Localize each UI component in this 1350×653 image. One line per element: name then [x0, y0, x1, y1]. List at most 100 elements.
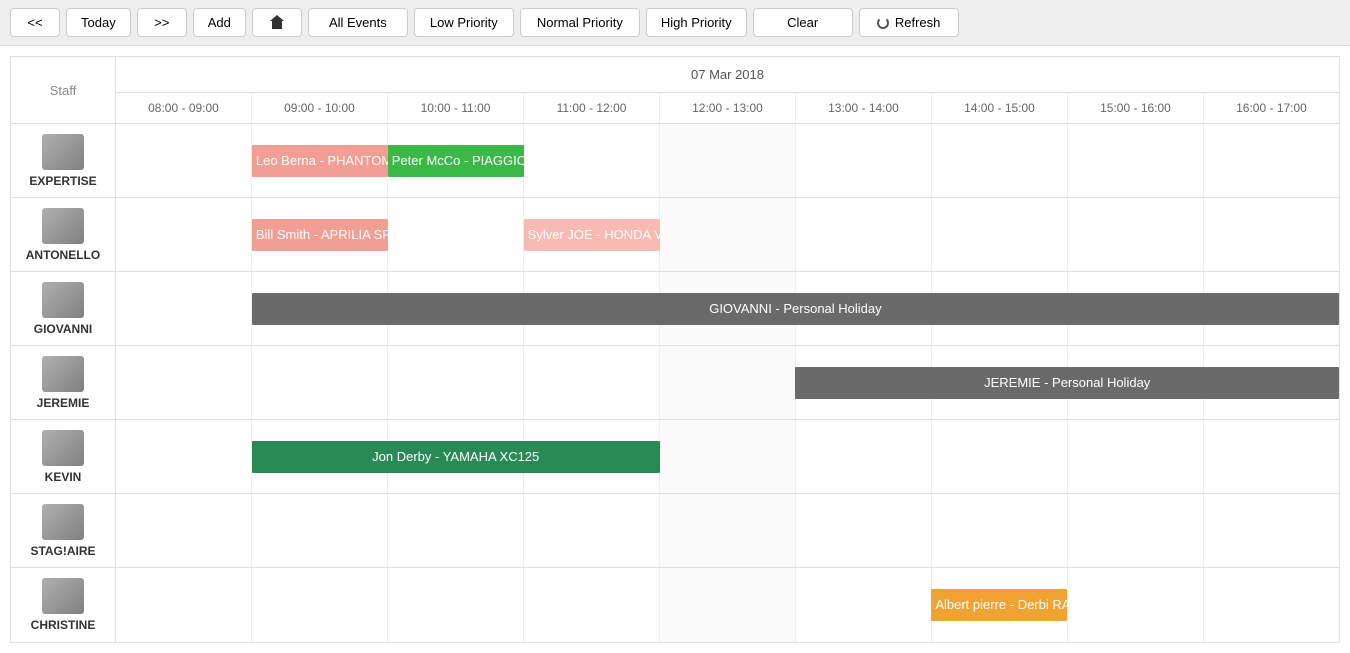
staff-avatar: [42, 134, 84, 170]
date-area: 07 Mar 2018 08:00 - 09:0009:00 - 10:0010…: [116, 57, 1339, 123]
staff-row: EXPERTISELeo Berna - PHANTOMPeter McCo -…: [11, 124, 1339, 198]
scheduler-event[interactable]: Peter McCo - PIAGGIO: [388, 145, 524, 177]
time-slot-header: 15:00 - 16:00: [1068, 93, 1204, 123]
events-area[interactable]: GIOVANNI - Personal Holiday: [116, 272, 1339, 345]
staff-name-label: GIOVANNI: [34, 322, 92, 336]
time-slot-header: 09:00 - 10:00: [252, 93, 388, 123]
home-icon: [270, 17, 284, 29]
clear-button[interactable]: Clear: [753, 8, 853, 37]
grid-col: [252, 494, 388, 567]
events-area[interactable]: Leo Berna - PHANTOMPeter McCo - PIAGGIO: [116, 124, 1339, 197]
add-button[interactable]: Add: [193, 8, 246, 37]
staff-header: Staff: [11, 57, 116, 123]
grid-col: [252, 346, 388, 419]
staff-row: CHRISTINE Albert pierre - Derbi RA: [11, 568, 1339, 642]
grid-col: [796, 568, 932, 642]
grid-col: [116, 568, 252, 642]
staff-row: GIOVANNI GIOVANNI - Personal Holiday: [11, 272, 1339, 346]
staff-cell: CHRISTINE: [11, 568, 116, 642]
time-slot-header: 13:00 - 14:00: [796, 93, 932, 123]
scheduler-event[interactable]: Jon Derby - YAMAHA XC125: [252, 441, 660, 473]
staff-avatar: [42, 504, 84, 540]
grid-col: [1068, 420, 1204, 493]
grid-col: [932, 124, 1068, 197]
time-row: 08:00 - 09:0009:00 - 10:0010:00 - 11:00 1…: [116, 93, 1339, 123]
grid-col: [1204, 420, 1339, 493]
staff-row: STAG!AIRE: [11, 494, 1339, 568]
grid-col: [1204, 568, 1339, 642]
today-button[interactable]: Today: [66, 8, 131, 37]
grid-col: [1068, 124, 1204, 197]
grid-col: [660, 346, 796, 419]
scheduler-event[interactable]: Albert pierre - Derbi RA: [931, 589, 1067, 621]
staff-avatar: [42, 578, 84, 614]
grid-col: [1068, 198, 1204, 271]
grid-col: [796, 198, 932, 271]
grid-col: [660, 494, 796, 567]
staff-row: ANTONELLO Bill Smith - APRILIA SP Sylver J…: [11, 198, 1339, 272]
refresh-button[interactable]: Refresh: [859, 8, 959, 37]
staff-cell: JEREMIE: [11, 346, 116, 419]
grid-col: [932, 494, 1068, 567]
grid-cols: [116, 494, 1339, 567]
grid-col: [660, 568, 796, 642]
staff-avatar: [42, 208, 84, 244]
grid-col: [524, 494, 660, 567]
scheduler-event[interactable]: Leo Berna - PHANTOM: [252, 145, 388, 177]
grid-col: [1204, 494, 1339, 567]
grid-col: [116, 198, 252, 271]
grid-col: [660, 124, 796, 197]
scheduler-event[interactable]: Bill Smith - APRILIA SP: [252, 219, 388, 251]
events-area[interactable]: Bill Smith - APRILIA SP Sylver JOE - HOND…: [116, 198, 1339, 271]
staff-cell: STAG!AIRE: [11, 494, 116, 567]
staff-row: JEREMIE JEREMIE - Personal Holiday: [11, 346, 1339, 420]
all-events-button[interactable]: All Events: [308, 8, 408, 37]
grid-col: [660, 198, 796, 271]
staff-avatar: [42, 356, 84, 392]
scheduler-event[interactable]: JEREMIE - Personal Holiday: [795, 367, 1339, 399]
time-slot-header: 16:00 - 17:00: [1204, 93, 1339, 123]
staff-name-label: ANTONELLO: [26, 248, 100, 262]
normal-priority-button[interactable]: Normal Priority: [520, 8, 640, 37]
time-slot-header: 10:00 - 11:00: [388, 93, 524, 123]
staff-name-label: JEREMIE: [37, 396, 90, 410]
events-area[interactable]: Jon Derby - YAMAHA XC125: [116, 420, 1339, 493]
grid-col: [252, 568, 388, 642]
staff-cell: KEVIN: [11, 420, 116, 493]
grid-col: [932, 420, 1068, 493]
scheduler-event[interactable]: GIOVANNI - Personal Holiday: [252, 293, 1339, 325]
staff-avatar: [42, 430, 84, 466]
grid-col: [796, 420, 932, 493]
grid-col: [1068, 568, 1204, 642]
prev-button[interactable]: <<: [10, 8, 60, 37]
high-priority-button[interactable]: High Priority: [646, 8, 747, 37]
events-area[interactable]: JEREMIE - Personal Holiday: [116, 346, 1339, 419]
grid-col: [116, 272, 252, 345]
staff-name-label: STAG!AIRE: [30, 544, 95, 558]
grid-col: [116, 420, 252, 493]
date-label: 07 Mar 2018: [116, 57, 1339, 93]
next-button[interactable]: >>: [137, 8, 187, 37]
time-slot-header: 14:00 - 15:00: [932, 93, 1068, 123]
home-button[interactable]: [252, 8, 302, 37]
grid-col: [932, 198, 1068, 271]
staff-name-label: CHRISTINE: [31, 618, 96, 632]
time-slot-header: 08:00 - 09:00: [116, 93, 252, 123]
time-slot-header: 12:00 - 13:00: [660, 93, 796, 123]
grid-col: [524, 124, 660, 197]
staff-cell: GIOVANNI: [11, 272, 116, 345]
scheduler-event[interactable]: Sylver JOE - HONDA VFR 800 FI: [524, 219, 660, 251]
staff-cell: ANTONELLO: [11, 198, 116, 271]
grid-col: [388, 494, 524, 567]
staff-avatar: [42, 282, 84, 318]
toolbar: << Today >> Add All Events Low Priority …: [0, 0, 1350, 46]
scheduler-body: EXPERTISELeo Berna - PHANTOMPeter McCo -…: [11, 124, 1339, 642]
events-area[interactable]: [116, 494, 1339, 567]
low-priority-button[interactable]: Low Priority: [414, 8, 514, 37]
grid-col: [388, 198, 524, 271]
grid-col: [660, 420, 796, 493]
events-area[interactable]: Albert pierre - Derbi RA: [116, 568, 1339, 642]
grid-col: [116, 346, 252, 419]
grid-col: [524, 568, 660, 642]
grid-col: [116, 494, 252, 567]
